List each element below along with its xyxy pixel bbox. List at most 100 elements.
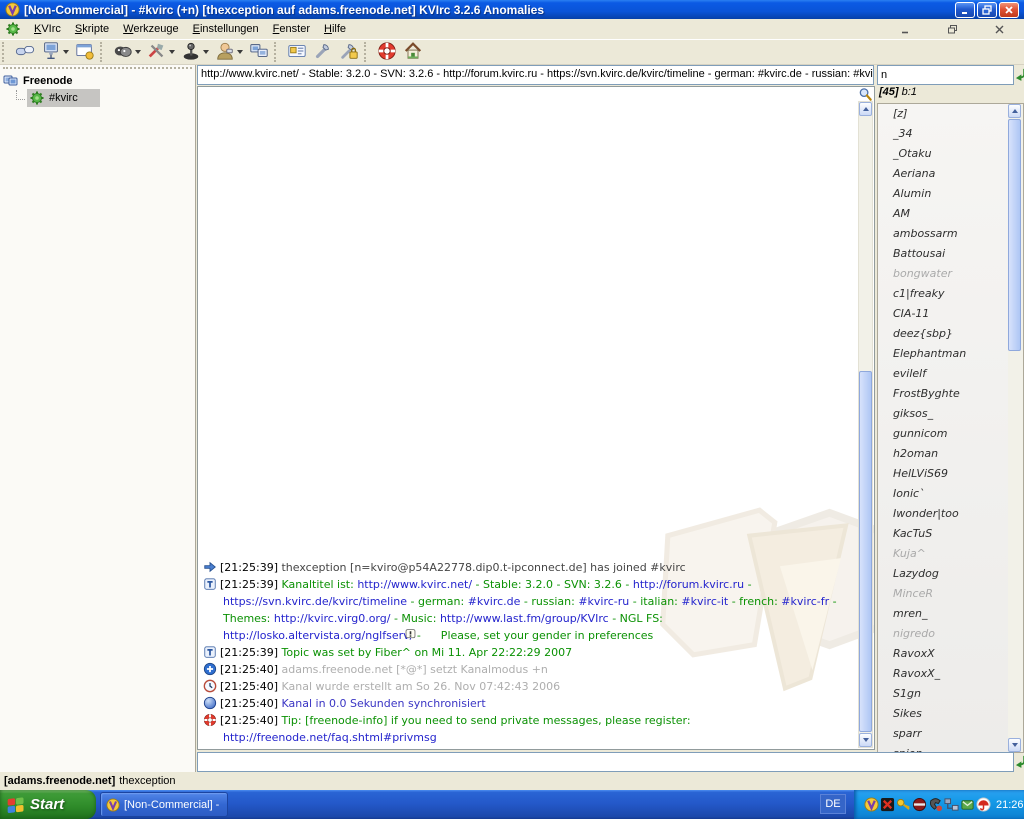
antivirus-x-icon[interactable] xyxy=(880,797,895,812)
options-button[interactable] xyxy=(310,40,336,64)
search-icon[interactable] xyxy=(858,87,873,101)
dropdown-arrow-icon[interactable] xyxy=(169,50,175,54)
scroll-down-button[interactable] xyxy=(1008,738,1021,752)
dropdown-arrow-icon[interactable] xyxy=(237,50,243,54)
message-link[interactable]: https://svn.kvirc.de/kvirc/timeline xyxy=(223,595,407,608)
menu-hilfe[interactable]: Hilfe xyxy=(317,21,353,37)
server-list-button[interactable] xyxy=(38,40,72,64)
mdi-minimize-button[interactable] xyxy=(896,21,914,37)
nick-list-item[interactable]: HelLViS69 xyxy=(878,464,1023,484)
menu-einstellungen[interactable]: Einstellungen xyxy=(186,21,266,37)
nick-list-item[interactable]: c1|freaky xyxy=(878,284,1023,304)
language-indicator[interactable]: DE xyxy=(820,794,846,814)
menu-werkzeuge[interactable]: Werkzeuge xyxy=(116,21,185,37)
connect-button[interactable] xyxy=(12,40,38,64)
chat-scrollbar[interactable] xyxy=(858,101,873,748)
message-link[interactable]: #kvirc-fr xyxy=(781,595,829,608)
nick-list-item[interactable]: _Otaku xyxy=(878,144,1023,164)
security-ball-icon[interactable] xyxy=(912,797,927,812)
message-link[interactable]: http://losko.altervista.org/nglfserv/ xyxy=(223,629,413,642)
window-titlebar[interactable]: [Non-Commercial] - #kvirc (+n) [thexcept… xyxy=(0,0,1024,19)
nick-list-item[interactable]: Sikes xyxy=(878,704,1023,724)
message-link[interactable]: http://www.last.fm/group/KVIrc xyxy=(440,612,609,625)
nick-list-item[interactable]: nigredo xyxy=(878,624,1023,644)
nick-list-item[interactable]: RavoxX xyxy=(878,644,1023,664)
message-link[interactable]: #kvirc-it xyxy=(681,595,728,608)
restore-button[interactable] xyxy=(977,2,997,18)
nick-list[interactable]: [z]_34_OtakuAerianaAluminAMambossarmBatt… xyxy=(877,103,1024,753)
apply-arrow-icon[interactable] xyxy=(1015,68,1024,82)
menu-fenster[interactable]: Fenster xyxy=(266,21,317,37)
nick-list-item[interactable]: evilelf xyxy=(878,364,1023,384)
minimize-button[interactable] xyxy=(955,2,975,18)
menu-kvirc[interactable]: KVIrc xyxy=(27,21,68,37)
nick-list-item[interactable]: ambossarm xyxy=(878,224,1023,244)
start-button[interactable]: Start xyxy=(0,790,96,819)
network-tool-icon[interactable] xyxy=(944,797,959,812)
nick-list-item[interactable]: S1gn xyxy=(878,684,1023,704)
nick-list-item[interactable]: sparr xyxy=(878,724,1023,744)
identity-button[interactable] xyxy=(212,40,246,64)
tree-item-network[interactable]: Freenode xyxy=(0,72,195,89)
nick-list-item[interactable]: AM xyxy=(878,204,1023,224)
nicklist-scrollbar[interactable] xyxy=(1008,104,1023,752)
topic-input[interactable]: http://www.kvirc.net/ - Stable: 3.2.0 - … xyxy=(197,65,874,85)
dropdown-arrow-icon[interactable] xyxy=(203,50,209,54)
nick-list-item[interactable]: bongwater xyxy=(878,264,1023,284)
avira-icon[interactable] xyxy=(976,797,991,812)
menu-skripte[interactable]: Skripte xyxy=(68,21,116,37)
actions-button[interactable] xyxy=(110,40,144,64)
server-config-button[interactable] xyxy=(336,40,362,64)
chat-area[interactable]: [21:25:39] thexception [n=kviro@p54A2277… xyxy=(197,86,875,750)
tools-button[interactable] xyxy=(144,40,178,64)
nick-list-item[interactable]: Alumin xyxy=(878,184,1023,204)
kvirc-tray-icon[interactable] xyxy=(864,797,879,812)
home-button[interactable] xyxy=(400,40,426,64)
nick-list-item[interactable]: CIA-11 xyxy=(878,304,1023,324)
close-button[interactable] xyxy=(999,2,1019,18)
message-link[interactable]: http://freenode.net/faq.shtml#privmsg xyxy=(223,731,437,744)
nick-list-item[interactable]: KacTuS xyxy=(878,524,1023,544)
tree-item-channel[interactable]: #kvirc xyxy=(0,89,195,106)
mdi-restore-button[interactable] xyxy=(943,21,961,37)
nick-list-item[interactable]: _34 xyxy=(878,124,1023,144)
nick-list-item[interactable]: Lazydog xyxy=(878,564,1023,584)
scroll-up-button[interactable] xyxy=(1008,104,1021,118)
scroll-thumb[interactable] xyxy=(1008,119,1021,351)
nick-list-item[interactable]: Ionic` xyxy=(878,484,1023,504)
mail-notify-icon[interactable] xyxy=(960,797,975,812)
message-link[interactable]: #kvirc.de xyxy=(468,595,521,608)
mdi-close-button[interactable] xyxy=(990,21,1008,37)
nick-list-item[interactable]: mren_ xyxy=(878,604,1023,624)
scroll-thumb[interactable] xyxy=(859,371,872,732)
phone-icon[interactable] xyxy=(928,797,943,812)
nick-list-item[interactable]: RavoxX_ xyxy=(878,664,1023,684)
message-link[interactable]: #kvirc-ru xyxy=(578,595,629,608)
registered-users-button[interactable] xyxy=(284,40,310,64)
taskbar-task-kvirc[interactable]: [Non-Commercial] - #... xyxy=(100,792,228,817)
message-link[interactable]: http://kvirc.virg0.org/ xyxy=(274,612,391,625)
scroll-up-button[interactable] xyxy=(859,102,872,116)
message-link[interactable]: http://www.kvirc.net/ xyxy=(357,578,472,591)
toolbar-grip[interactable] xyxy=(2,42,9,62)
nick-list-item[interactable]: Battousai xyxy=(878,244,1023,264)
send-arrow-icon[interactable] xyxy=(1015,755,1024,769)
dropdown-arrow-icon[interactable] xyxy=(135,50,141,54)
nick-list-item[interactable]: Elephantman xyxy=(878,344,1023,364)
nick-list-item[interactable]: [z] xyxy=(878,104,1023,124)
nick-list-item[interactable]: MinceR xyxy=(878,584,1023,604)
nick-list-item[interactable]: h2oman xyxy=(878,444,1023,464)
dropdown-arrow-icon[interactable] xyxy=(63,50,69,54)
games-button[interactable] xyxy=(178,40,212,64)
scroll-down-button[interactable] xyxy=(859,733,872,747)
nick-list-item[interactable]: Kuja^ xyxy=(878,544,1023,564)
nick-list-item[interactable]: gunnicom xyxy=(878,424,1023,444)
nick-completion-input[interactable] xyxy=(877,65,1014,85)
links-button[interactable] xyxy=(246,40,272,64)
key-icon[interactable] xyxy=(896,797,911,812)
message-input[interactable] xyxy=(197,752,1014,772)
message-link[interactable]: http://forum.kvirc.ru xyxy=(633,578,744,591)
nick-list-item[interactable]: deez{sbp} xyxy=(878,324,1023,344)
help-button[interactable] xyxy=(374,40,400,64)
nick-list-item[interactable]: giksos_ xyxy=(878,404,1023,424)
